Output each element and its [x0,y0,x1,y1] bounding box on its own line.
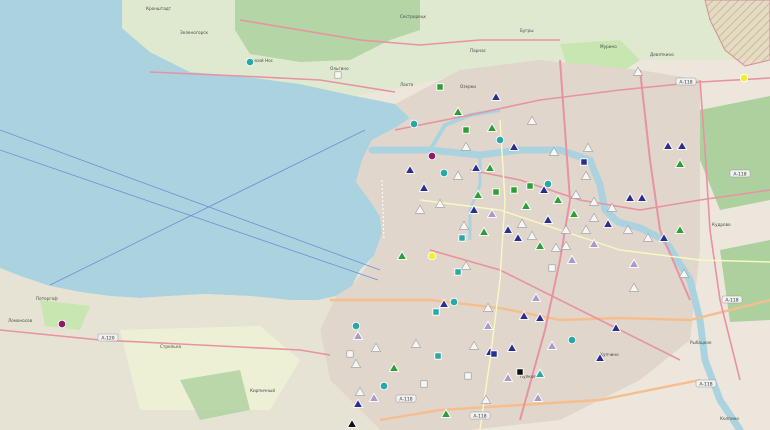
poi-circle-marker[interactable] [495,135,505,145]
poi-square-marker[interactable] [580,158,588,166]
svg-text:A-118: A-118 [733,172,746,178]
place-label: Девяткино [650,52,674,57]
poi-square-marker[interactable] [432,308,440,316]
poi-square-marker[interactable] [526,182,534,190]
place-label: Кронштадт [146,6,172,11]
svg-text:A-118: A-118 [725,298,738,304]
place-label: Кудрово [712,222,731,227]
poi-circle-marker[interactable] [449,297,459,307]
highway-shield: A-118 [695,379,717,388]
poi-square-marker[interactable] [516,368,524,376]
poi-circle-marker[interactable] [379,381,389,391]
poi-square-marker[interactable] [334,71,342,79]
poi-circle-marker[interactable] [427,251,437,261]
place-label: Купчино [600,352,619,357]
place-label: Сестрорецк [400,14,427,19]
poi-square-marker[interactable] [454,268,462,276]
poi-circle-marker[interactable] [543,179,553,189]
place-label: Парнас [470,48,487,53]
map-canvas[interactable]: A-118 A-118 A-118 A-118 A-118 A-118 A-12… [0,0,770,430]
place-label: Лахта [400,82,414,87]
poi-square-marker[interactable] [436,83,444,91]
place-label: Бугры [520,28,534,33]
place-label: Озерки [460,84,476,89]
poi-circle-marker[interactable] [245,57,255,67]
place-label: Рыбацкое [690,340,712,345]
poi-circle-marker[interactable] [351,321,361,331]
poi-square-marker[interactable] [510,186,518,194]
poi-circle-marker[interactable] [739,73,749,83]
poi-circle-marker[interactable] [57,319,67,329]
poi-square-marker[interactable] [346,350,354,358]
poi-square-marker[interactable] [490,350,498,358]
place-label: Зеленогорск [180,30,209,35]
poi-circle-marker[interactable] [409,119,419,129]
svg-text:A-118: A-118 [699,382,712,388]
highway-shield: A-118 [721,295,743,304]
poi-square-marker[interactable] [458,234,466,242]
place-label: Колпино [720,416,739,421]
svg-text:A-118: A-118 [473,414,486,420]
poi-square-marker[interactable] [434,352,442,360]
svg-text:A-118: A-118 [679,80,692,86]
poi-circle-marker[interactable] [567,335,577,345]
highway-shield: A-120 [97,333,119,342]
poi-circle-marker[interactable] [427,151,437,161]
svg-text:A-118: A-118 [399,397,412,403]
poi-square-marker[interactable] [492,188,500,196]
highway-shield: A-118 [395,394,417,403]
place-label: Мурино [600,44,617,49]
poi-square-marker[interactable] [548,264,556,272]
svg-text:A-120: A-120 [101,336,114,342]
poi-square-marker[interactable] [420,380,428,388]
place-label: Стрельна [160,344,181,349]
place-label: Петергоф [36,296,58,301]
place-label: Кирпичный [250,388,275,393]
highway-shield: A-118 [729,169,751,178]
poi-square-marker[interactable] [462,126,470,134]
poi-circle-marker[interactable] [439,168,449,178]
highway-shield: A-118 [675,77,697,86]
highway-shield: A-118 [469,411,491,420]
place-label: Ломоносов [8,318,33,323]
place-label: Ольгино [330,66,349,71]
poi-square-marker[interactable] [464,372,472,380]
